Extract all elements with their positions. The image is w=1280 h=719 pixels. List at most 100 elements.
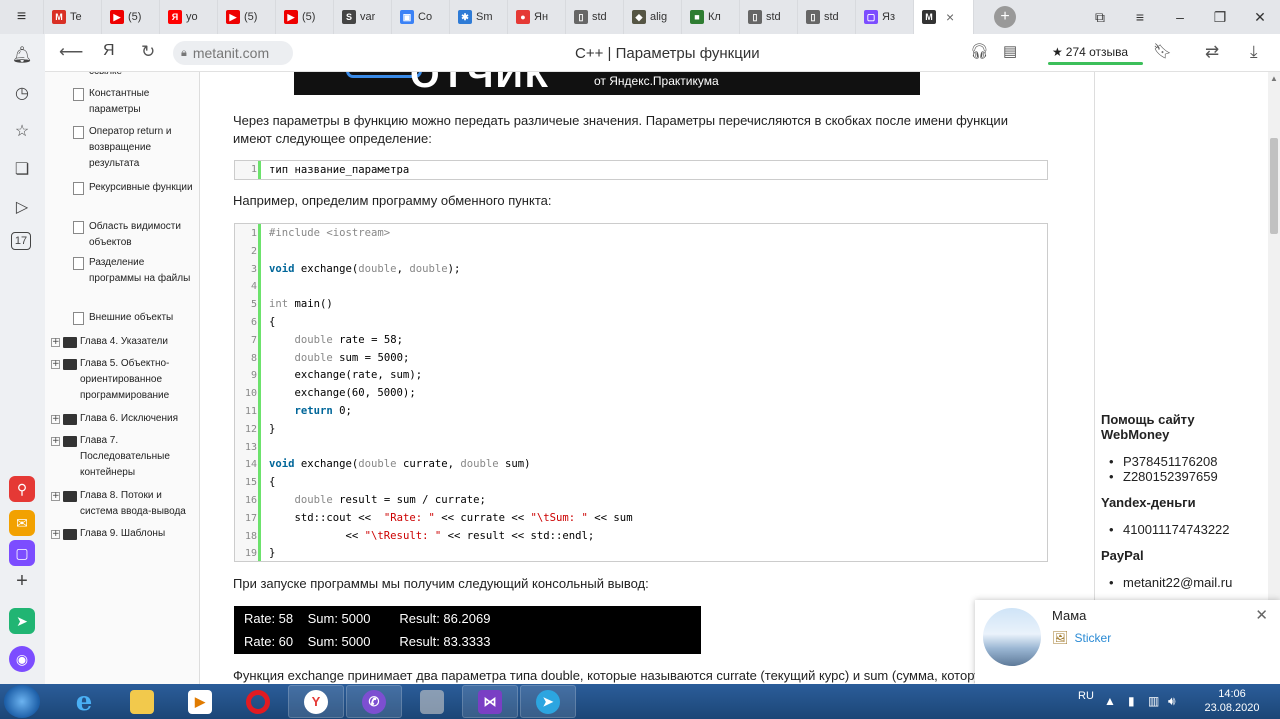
toc-subitem[interactable]: Область видимости объектов: [73, 219, 198, 251]
toc-chapter[interactable]: + Глава 9. Шаблоны: [51, 526, 199, 542]
tab[interactable]: M Te: [44, 0, 102, 34]
expand-icon[interactable]: +: [51, 338, 60, 347]
tab[interactable]: ▯ std: [566, 0, 624, 34]
collections-icon[interactable]: ❏: [11, 158, 33, 180]
page-icon: [73, 182, 84, 195]
expand-icon[interactable]: +: [51, 437, 60, 446]
taskbar-empty[interactable]: [404, 685, 460, 718]
taskbar-vs[interactable]: ⋈: [462, 685, 518, 718]
line-number: 7: [250, 334, 257, 346]
toc-chapter[interactable]: + Глава 6. Исключения: [51, 411, 199, 427]
network-icon[interactable]: ▥: [1148, 694, 1159, 708]
tab-label: Ян: [534, 11, 549, 23]
tab-active[interactable]: M ×: [914, 0, 974, 34]
message-notification[interactable]: Мама 🖼︎ Sticker ✕: [975, 600, 1280, 684]
tab-close-icon[interactable]: ×: [946, 9, 954, 25]
scrollbar-thumb[interactable]: [1270, 138, 1278, 234]
toc-chapter[interactable]: + Глава 8. Потоки и система ввода-вывода: [51, 488, 199, 520]
reload-icon[interactable]: ↻: [141, 42, 155, 62]
restore-button[interactable]: ❐: [1200, 9, 1240, 26]
taskbar-ie[interactable]: e: [56, 685, 112, 718]
bookmark-icon[interactable]: 🔖︎: [1153, 42, 1172, 60]
toc-item-partial[interactable]: ссылке: [73, 72, 198, 80]
tab-menu[interactable]: ≡: [0, 0, 44, 34]
url-field[interactable]: 🔒︎ metanit.com: [173, 41, 293, 65]
line-number: 4: [250, 281, 257, 293]
reader-icon[interactable]: ▤: [1003, 42, 1017, 60]
maps-icon[interactable]: ⚲: [9, 476, 35, 502]
mail-icon[interactable]: ✉: [9, 510, 35, 536]
expand-icon[interactable]: +: [51, 492, 60, 501]
translate-icon[interactable]: ⇄: [1205, 42, 1219, 62]
bookmarks-star-icon[interactable]: ☆: [11, 120, 33, 142]
start-button[interactable]: [4, 685, 40, 718]
code-line: }: [269, 547, 276, 560]
scrollbar[interactable]: ▲: [1268, 72, 1280, 684]
back-icon[interactable]: ⟵: [59, 42, 83, 62]
tab[interactable]: ◆ alig: [624, 0, 682, 34]
tab[interactable]: ▯ std: [798, 0, 856, 34]
code-line: << "\tResult: " << result << std::endl;: [269, 529, 595, 542]
tab[interactable]: ▢ Яз: [856, 0, 914, 34]
toc-chapter[interactable]: + Глава 7. Последовательные контейнеры: [51, 433, 199, 481]
calendar-icon[interactable]: 17: [11, 232, 31, 250]
tab[interactable]: ▣ Co: [392, 0, 450, 34]
add-icon[interactable]: +: [11, 570, 33, 592]
taskbar-opera[interactable]: [230, 685, 286, 718]
tabs-overview-icon[interactable]: ⧉: [1080, 9, 1120, 26]
tab[interactable]: ▶ (5): [102, 0, 160, 34]
alice-icon[interactable]: ◉: [9, 646, 35, 672]
bell-icon[interactable]: 🔔︎: [11, 44, 33, 66]
tab[interactable]: Яyo: [160, 0, 218, 34]
line-number: 19: [244, 548, 257, 560]
taskbar-telegram[interactable]: ➤: [520, 685, 576, 718]
toc-chapter[interactable]: + Глава 4. Указатели: [51, 334, 199, 350]
expand-icon[interactable]: +: [51, 360, 60, 369]
toc-subitem[interactable]: Константные параметры: [73, 86, 198, 118]
close-icon[interactable]: ✕: [1255, 606, 1268, 624]
new-tab-button[interactable]: +: [994, 6, 1016, 28]
toc-subitem[interactable]: Разделение программы на файлы: [73, 255, 198, 287]
tab[interactable]: ■ Кл: [682, 0, 740, 34]
taskbar-media[interactable]: ▶: [172, 685, 228, 718]
headphones-icon[interactable]: 🎧︎: [970, 42, 989, 60]
reviews-badge[interactable]: ★ 274 отзыва: [1048, 41, 1143, 65]
toc-subitem[interactable]: Рекурсивные функции: [73, 180, 198, 196]
play-icon[interactable]: ▷: [11, 196, 33, 218]
tab[interactable]: ● Ян: [508, 0, 566, 34]
toc-subitem[interactable]: Оператор return и возвращение результата: [73, 124, 198, 172]
download-icon[interactable]: ⤓: [1250, 42, 1258, 62]
line-number: 6: [250, 317, 257, 328]
messenger-icon[interactable]: ▢: [9, 540, 35, 566]
taskbar-viber[interactable]: ✆: [346, 685, 402, 718]
tab[interactable]: ▶ (5): [218, 0, 276, 34]
yandex-icon[interactable]: Я: [103, 42, 115, 60]
device-icon[interactable]: ▮: [1128, 694, 1135, 708]
minimize-button[interactable]: –: [1160, 9, 1200, 25]
ad-banner[interactable]: ОТЧИК от Яндекс.Практикума: [294, 72, 920, 95]
tab[interactable]: ✱ Sm: [450, 0, 508, 34]
volume-icon[interactable]: 🔊︎: [1168, 694, 1176, 709]
close-window-button[interactable]: ✕: [1240, 9, 1280, 26]
taskbar-yandex[interactable]: Y: [288, 685, 344, 718]
expand-icon[interactable]: +: [51, 415, 60, 424]
tab[interactable]: ▶ (5): [276, 0, 334, 34]
hamburger-icon: ≡: [16, 8, 27, 25]
language-indicator[interactable]: RU: [1078, 690, 1094, 702]
scroll-up-icon[interactable]: ▲: [1270, 74, 1278, 83]
history-icon[interactable]: ◷: [11, 82, 33, 104]
send-icon[interactable]: ➤: [9, 608, 35, 634]
toc-subitem[interactable]: Внешние объекты: [73, 310, 198, 326]
donation-panel: Помощь сайту WebMoney P378451176208 Z280…: [1095, 72, 1268, 684]
clock[interactable]: 14:06 23.08.2020: [1202, 687, 1262, 715]
chevron-up-icon[interactable]: ▲: [1104, 694, 1116, 708]
folder-icon: [130, 689, 154, 714]
expand-icon[interactable]: +: [51, 530, 60, 539]
menu-icon[interactable]: ≡: [1120, 9, 1160, 25]
tab[interactable]: Svar: [334, 0, 392, 34]
toc-sidebar: ссылке Константные параметры Оператор ret…: [45, 72, 200, 684]
tab[interactable]: ▯ std: [740, 0, 798, 34]
page-icon: [73, 312, 84, 325]
taskbar-explorer[interactable]: [114, 685, 170, 718]
toc-chapter[interactable]: + Глава 5. Объектно-ориентированное прогр…: [51, 356, 199, 404]
